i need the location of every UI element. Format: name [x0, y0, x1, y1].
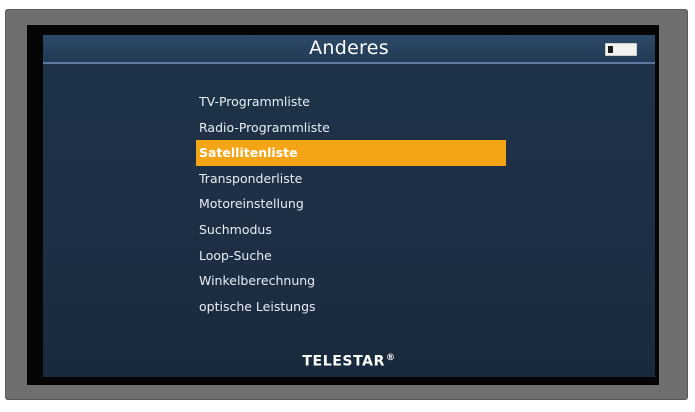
registered-mark: ® [385, 353, 396, 363]
menu-item-motoreinstellung[interactable]: Motoreinstellung [196, 191, 506, 217]
brand-logo: TELESTAR® [43, 353, 655, 370]
menu-item-optische-leistung[interactable]: optische Leistungs [196, 294, 506, 320]
menu-item-transponderliste[interactable]: Transponderliste [196, 166, 506, 192]
menu-list: TV-Programmliste Radio-Programmliste Sat… [196, 89, 506, 319]
menu-item-tv-programmliste[interactable]: TV-Programmliste [196, 89, 506, 115]
menu-item-suchmodus[interactable]: Suchmodus [196, 217, 506, 243]
menu-item-loop-suche[interactable]: Loop-Suche [196, 243, 506, 269]
tv-screen: Anderes TV-Programmliste Radio-Programml… [43, 35, 655, 377]
menu-item-winkelberechnung[interactable]: Winkelberechnung [196, 268, 506, 294]
title-bar: Anderes [43, 35, 655, 64]
brand-name: TELESTAR [302, 353, 385, 370]
menu-item-satellitenliste[interactable]: Satellitenliste [196, 140, 506, 166]
menu-item-radio-programmliste[interactable]: Radio-Programmliste [196, 115, 506, 141]
battery-icon [605, 43, 637, 56]
page-title: Anderes [309, 37, 389, 59]
battery-level [608, 46, 613, 53]
